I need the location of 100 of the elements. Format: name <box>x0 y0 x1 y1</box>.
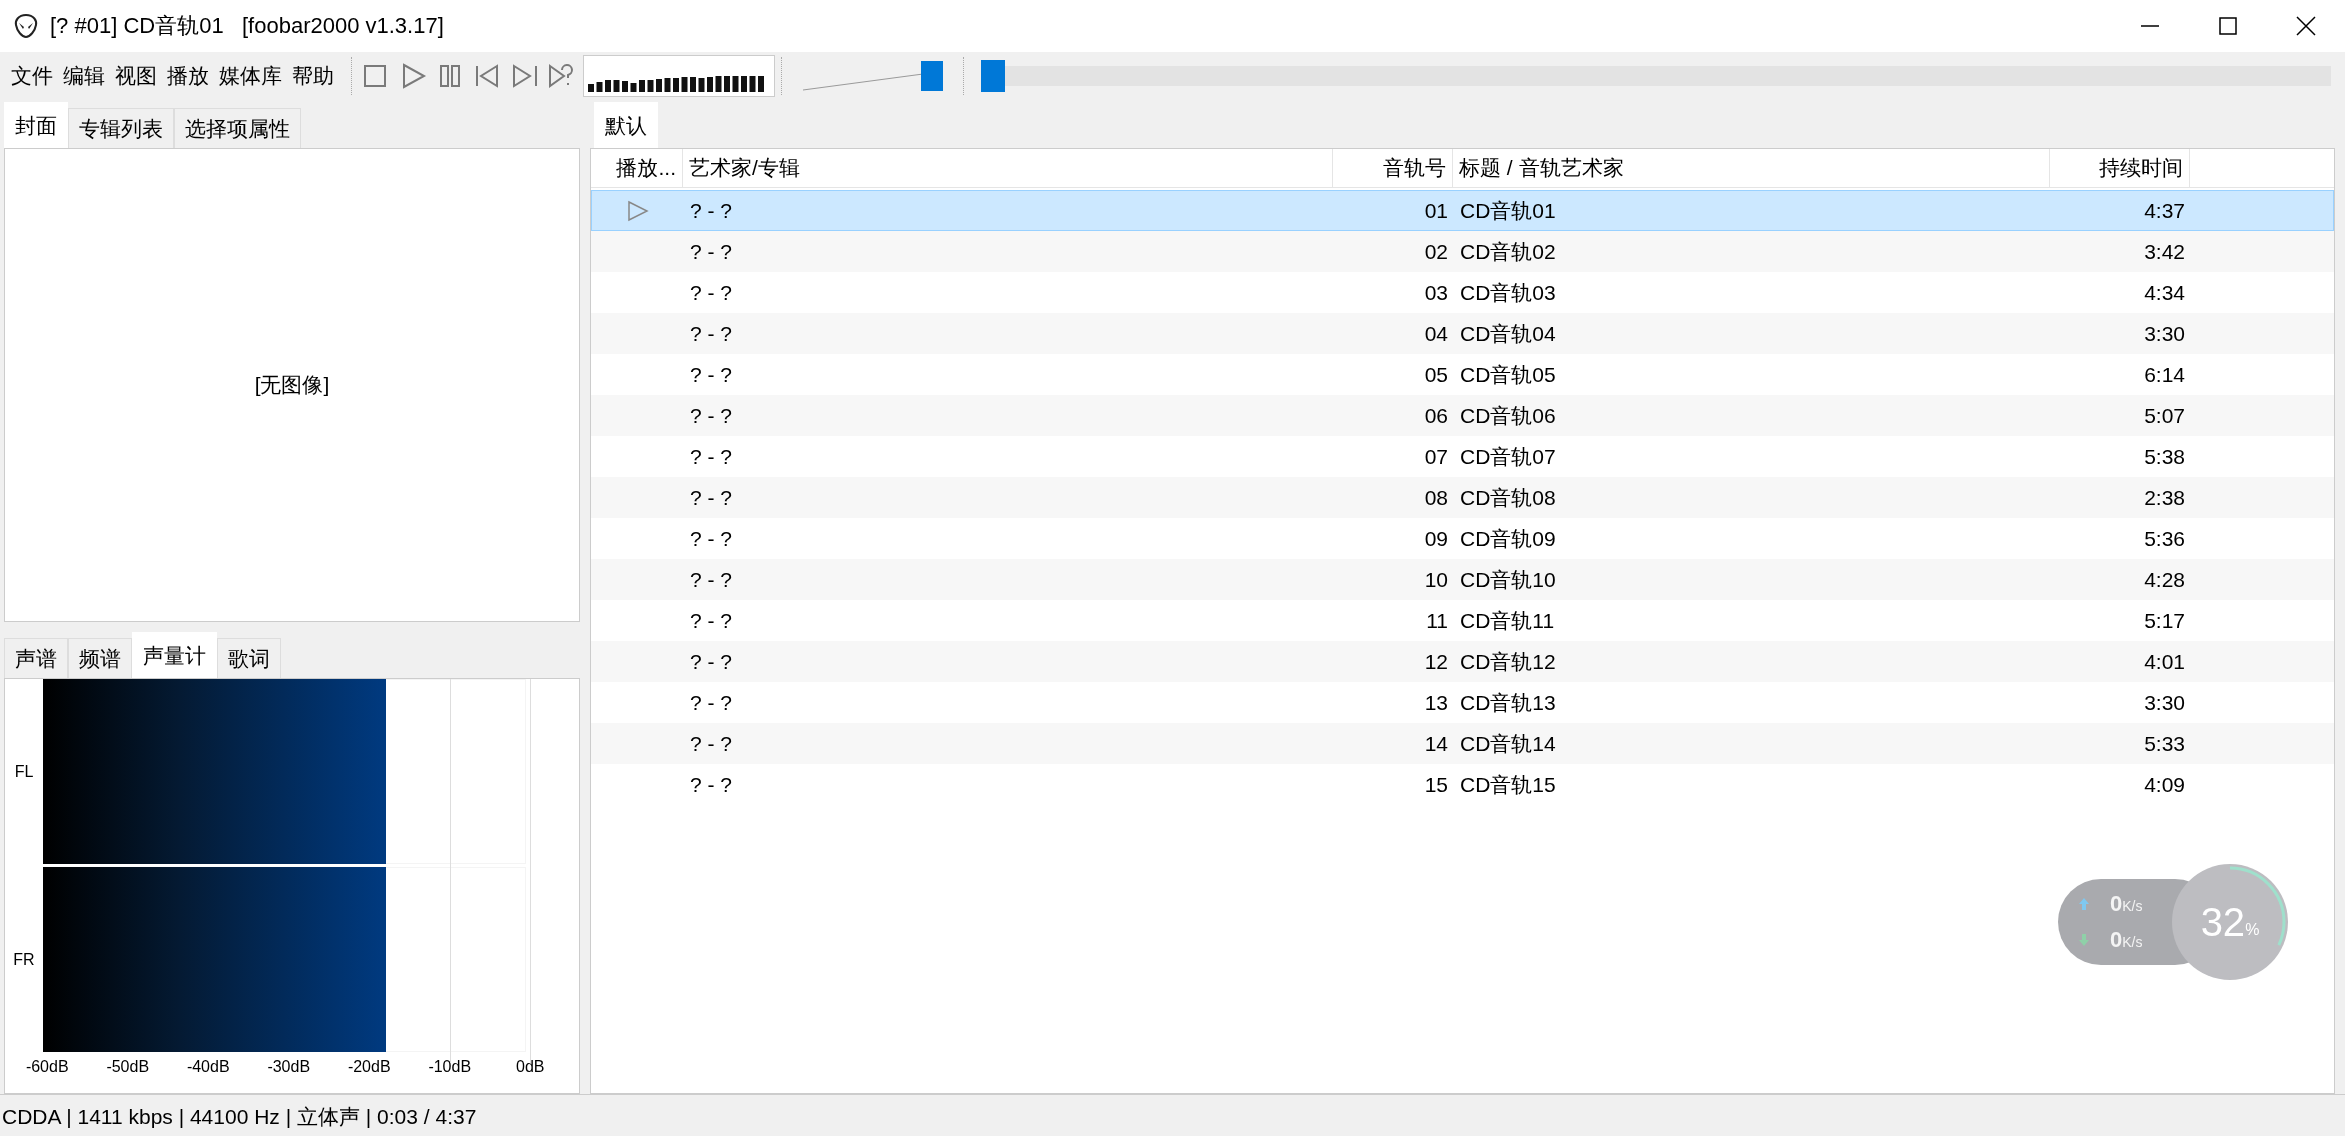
scale-label: 0dB <box>515 1058 546 1076</box>
alien-head-icon <box>14 13 38 39</box>
table-cell-text: CD音轨07 <box>1459 443 1557 470</box>
table-cell-text: ? - ? <box>689 649 734 674</box>
column-header[interactable]: 播放... <box>591 149 683 187</box>
table-cell-text: CD音轨12 <box>1459 648 1557 675</box>
download-arrow-icon <box>2078 933 2090 947</box>
table-cell-text: 2:38 <box>2143 485 2186 510</box>
table-cell-text: 13 <box>1423 690 1449 715</box>
playlist-row[interactable]: ? - ? 12 CD音轨12 4:01 <box>591 641 2334 682</box>
table-cell-text: CD音轨06 <box>1459 402 1557 429</box>
panel-tab[interactable]: 封面 <box>4 102 68 148</box>
upload-speed: 0 <box>2110 891 2123 916</box>
table-cell-text: ? - ? <box>689 772 734 797</box>
table-cell-text: 08 <box>1423 485 1449 510</box>
percent-sign: % <box>2245 921 2260 939</box>
table-cell-text: ? - ? <box>689 526 734 551</box>
playlist-row[interactable]: ? - ? 08 CD音轨08 2:38 <box>591 477 2334 518</box>
playlist-row[interactable]: ? - ? 10 CD音轨10 4:28 <box>591 559 2334 600</box>
playlist-row[interactable]: ? - ? 06 CD音轨06 5:07 <box>591 395 2334 436</box>
table-cell-text: 4:28 <box>2143 567 2186 592</box>
table-cell-text: 02 <box>1423 239 1449 264</box>
panel-tab[interactable]: 声谱 <box>4 638 68 678</box>
menu-item[interactable]: 视图 <box>110 58 162 94</box>
table-cell-text: 5:33 <box>2143 731 2186 756</box>
status-text: CDDA | 1411 kbps | 44100 Hz | 立体声 | 0:03 / 4:37 <box>2 1104 477 1130</box>
table-cell-text: 09 <box>1423 526 1449 551</box>
playlist-row[interactable]: ? - ? 09 CD音轨09 5:36 <box>591 518 2334 559</box>
channel-label: FL <box>13 762 35 781</box>
playlist-row[interactable]: ? - ? 11 CD音轨11 5:17 <box>591 600 2334 641</box>
column-header[interactable]: 音轨号 <box>1333 149 1453 187</box>
unit-label: K/s <box>2122 898 2143 914</box>
table-cell-text: CD音轨13 <box>1459 689 1557 716</box>
table-cell-text: CD音轨10 <box>1459 566 1557 593</box>
menu-item[interactable]: 帮助 <box>287 58 339 94</box>
table-cell-text: CD音轨15 <box>1459 771 1557 798</box>
playlist-row[interactable]: ? - ? 05 CD音轨05 6:14 <box>591 354 2334 395</box>
playlist-row[interactable]: ? - ? 07 CD音轨07 5:38 <box>591 436 2334 477</box>
table-cell-text: ? - ? <box>689 280 734 305</box>
table-cell-text: 3:42 <box>2143 239 2186 264</box>
menu-item[interactable]: 播放 <box>162 58 214 94</box>
table-cell-text: ? - ? <box>689 690 734 715</box>
table-cell-text: 4:09 <box>2143 772 2186 797</box>
playlist-row[interactable]: ? - ? 01 CD音轨01 4:37 <box>591 190 2334 231</box>
volume-ramp-icon <box>803 73 923 91</box>
panel-tab[interactable]: 选择项属性 <box>174 108 301 148</box>
playlist-row[interactable]: ? - ? 13 CD音轨13 3:30 <box>591 682 2334 723</box>
scale-label: -40dB <box>185 1058 231 1076</box>
table-cell-text: CD音轨02 <box>1459 238 1557 265</box>
scale-label: -10dB <box>427 1058 473 1076</box>
table-cell-text: 14 <box>1423 731 1449 756</box>
menu-item[interactable]: 编辑 <box>58 58 110 94</box>
playlist-row[interactable]: ? - ? 02 CD音轨02 3:42 <box>591 231 2334 272</box>
table-cell-text: 5:38 <box>2143 444 2186 469</box>
table-cell-text: 4:37 <box>2143 198 2186 223</box>
table-cell-text: ? - ? <box>689 444 734 469</box>
close-icon <box>2295 15 2317 37</box>
window-title: [? #01] CD音轨01 [foobar2000 v1.3.17] <box>50 12 444 40</box>
scale-label: -60dB <box>24 1058 70 1076</box>
playlist-row[interactable]: ? - ? 14 CD音轨14 5:33 <box>591 723 2334 764</box>
menu-item[interactable]: 文件 <box>6 58 58 94</box>
table-cell-text: 10 <box>1423 567 1449 592</box>
table-cell-text: 6:14 <box>2143 362 2186 387</box>
playlist-tab[interactable]: 默认 <box>594 102 658 148</box>
no-image-text: [无图像] <box>254 372 330 398</box>
table-cell-text: 5:07 <box>2143 403 2186 428</box>
table-cell-text: CD音轨14 <box>1459 730 1557 757</box>
table-cell-text: 11 <box>1425 608 1449 633</box>
table-cell-text: ? - ? <box>689 239 734 264</box>
maximize-icon <box>2217 15 2239 37</box>
column-header[interactable]: 艺术家/专辑 <box>683 149 1333 187</box>
panel-tab[interactable]: 频谱 <box>68 638 132 678</box>
download-speed: 0 <box>2110 927 2123 952</box>
scale-label: -30dB <box>266 1058 312 1076</box>
table-cell-text: 12 <box>1423 649 1449 674</box>
playlist-row[interactable]: ? - ? 04 CD音轨04 3:30 <box>591 313 2334 354</box>
panel-tab[interactable]: 歌词 <box>217 638 281 678</box>
table-cell-text: ? - ? <box>689 567 734 592</box>
table-cell-text: ? - ? <box>689 362 734 387</box>
table-cell-text: 5:36 <box>2143 526 2186 551</box>
table-cell-text: 4:01 <box>2143 649 2186 674</box>
table-cell-text: 01 <box>1423 198 1449 223</box>
panel-tab[interactable]: 专辑列表 <box>68 108 174 148</box>
playlist-row[interactable]: ? - ? 03 CD音轨03 4:34 <box>591 272 2334 313</box>
table-cell-text: 3:30 <box>2143 321 2186 346</box>
table-cell-text: CD音轨08 <box>1459 484 1557 511</box>
channel-label: FR <box>12 950 36 969</box>
table-cell-text: CD音轨03 <box>1459 279 1557 306</box>
table-cell-text: 06 <box>1423 403 1449 428</box>
table-cell-text: ? - ? <box>689 731 734 756</box>
panel-tab[interactable]: 声量计 <box>132 632 217 678</box>
column-header[interactable]: 持续时间 <box>2050 149 2190 187</box>
table-cell-text: 3:30 <box>2143 690 2186 715</box>
column-header[interactable]: 标题 / 音轨艺术家 <box>1453 149 2050 187</box>
menu-item[interactable]: 媒体库 <box>214 58 287 94</box>
table-cell-text: CD音轨04 <box>1459 320 1557 347</box>
table-cell-text: ? - ? <box>689 198 734 223</box>
table-cell-text: 15 <box>1423 772 1449 797</box>
table-cell-text: ? - ? <box>689 321 734 346</box>
playlist-row[interactable]: ? - ? 15 CD音轨15 4:09 <box>591 764 2334 805</box>
